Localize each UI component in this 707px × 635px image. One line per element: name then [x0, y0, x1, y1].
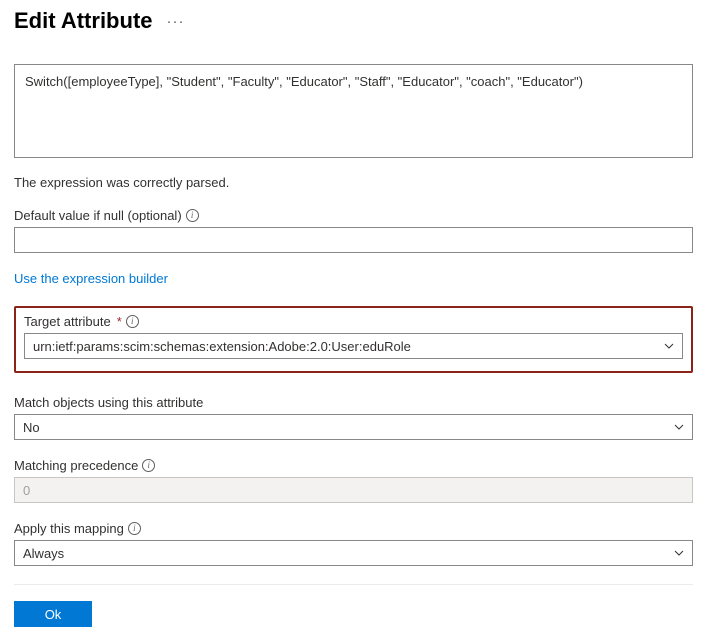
required-star: *: [117, 314, 122, 329]
matching-precedence-input: [14, 477, 693, 503]
info-icon[interactable]: i: [142, 459, 155, 472]
apply-mapping-label: Apply this mapping: [14, 521, 124, 536]
target-attribute-select[interactable]: urn:ietf:params:scim:schemas:extension:A…: [24, 333, 683, 359]
info-icon[interactable]: i: [186, 209, 199, 222]
target-attribute-highlight: Target attribute * i urn:ietf:params:sci…: [14, 306, 693, 373]
match-objects-select[interactable]: No: [14, 414, 693, 440]
expression-input[interactable]: [14, 64, 693, 158]
page-title: Edit Attribute: [14, 8, 153, 34]
ok-button[interactable]: Ok: [14, 601, 92, 627]
apply-mapping-field: Apply this mapping i Always: [14, 521, 693, 566]
target-attribute-label: Target attribute: [24, 314, 111, 329]
info-icon[interactable]: i: [128, 522, 141, 535]
info-icon[interactable]: i: [126, 315, 139, 328]
match-objects-value: No: [23, 420, 40, 435]
apply-mapping-value: Always: [23, 546, 64, 561]
match-objects-label: Match objects using this attribute: [14, 395, 203, 410]
page-header: Edit Attribute ···: [14, 8, 693, 34]
default-value-field: Default value if null (optional) i: [14, 208, 693, 253]
target-attribute-value: urn:ietf:params:scim:schemas:extension:A…: [33, 339, 411, 354]
default-value-label: Default value if null (optional): [14, 208, 182, 223]
more-icon[interactable]: ···: [167, 13, 185, 30]
divider: [14, 584, 693, 585]
match-objects-field: Match objects using this attribute No: [14, 395, 693, 440]
parse-status: The expression was correctly parsed.: [14, 175, 693, 190]
matching-precedence-field: Matching precedence i: [14, 458, 693, 503]
expression-builder-link[interactable]: Use the expression builder: [14, 271, 168, 286]
default-value-input[interactable]: [14, 227, 693, 253]
matching-precedence-label: Matching precedence: [14, 458, 138, 473]
apply-mapping-select[interactable]: Always: [14, 540, 693, 566]
